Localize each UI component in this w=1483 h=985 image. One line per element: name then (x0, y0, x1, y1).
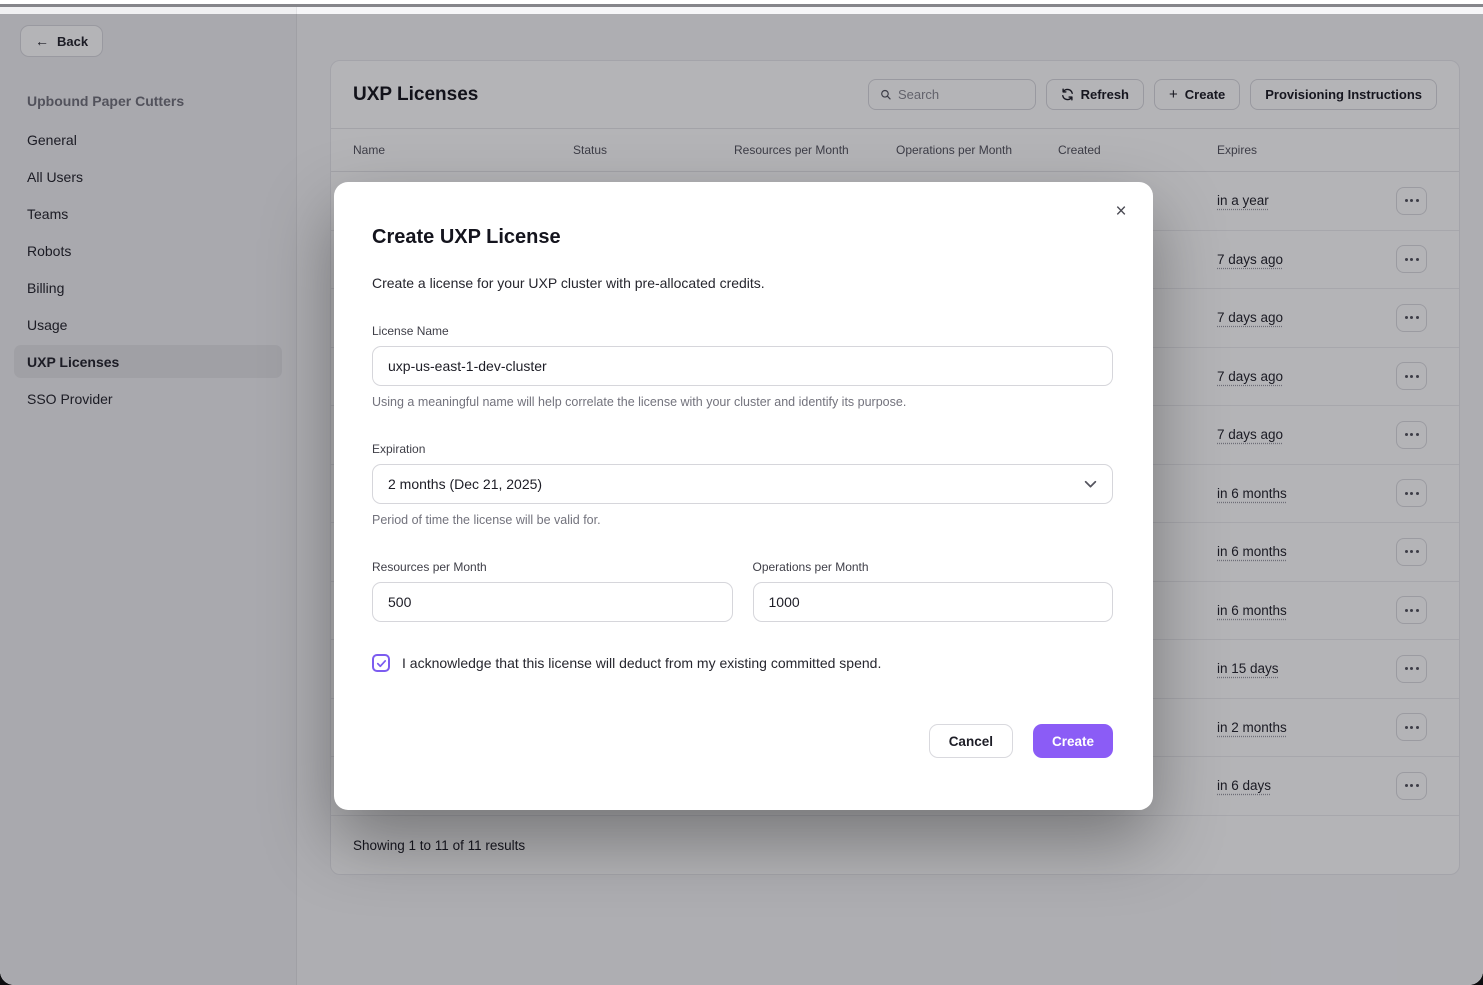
chevron-down-icon (1084, 478, 1097, 491)
window-top-line (0, 4, 1483, 7)
license-name-input[interactable] (372, 346, 1113, 386)
check-icon (376, 658, 387, 669)
expiration-label: Expiration (372, 442, 1113, 456)
resources-per-month-label: Resources per Month (372, 560, 733, 574)
acknowledge-checkbox[interactable] (372, 654, 390, 672)
modal-title: Create UXP License (372, 226, 1113, 249)
expiration-select-value: 2 months (Dec 21, 2025) (388, 476, 542, 492)
quota-fields-row: Resources per Month Operations per Month (372, 527, 1113, 622)
acknowledgement-label: I acknowledge that this license will ded… (402, 655, 881, 671)
create-license-modal: × Create UXP License Create a license fo… (334, 182, 1153, 810)
license-name-label: License Name (372, 324, 1113, 338)
close-icon[interactable]: × (1107, 198, 1135, 226)
resources-per-month-input[interactable] (372, 582, 733, 622)
expiration-helper: Period of time the license will be valid… (372, 513, 1113, 527)
cancel-button[interactable]: Cancel (929, 724, 1013, 758)
operations-per-month-label: Operations per Month (753, 560, 1114, 574)
modal-description: Create a license for your UXP cluster wi… (372, 275, 1113, 291)
app-window: ← Back Upbound Paper Cutters General All… (0, 0, 1483, 985)
license-name-helper: Using a meaningful name will help correl… (372, 395, 1113, 409)
operations-per-month-input[interactable] (753, 582, 1114, 622)
expiration-select[interactable]: 2 months (Dec 21, 2025) (372, 464, 1113, 504)
create-button[interactable]: Create (1033, 724, 1113, 758)
modal-actions: Cancel Create (372, 724, 1113, 758)
screen: ← Back Upbound Paper Cutters General All… (0, 0, 1483, 985)
acknowledgement-row: I acknowledge that this license will ded… (372, 654, 1113, 672)
